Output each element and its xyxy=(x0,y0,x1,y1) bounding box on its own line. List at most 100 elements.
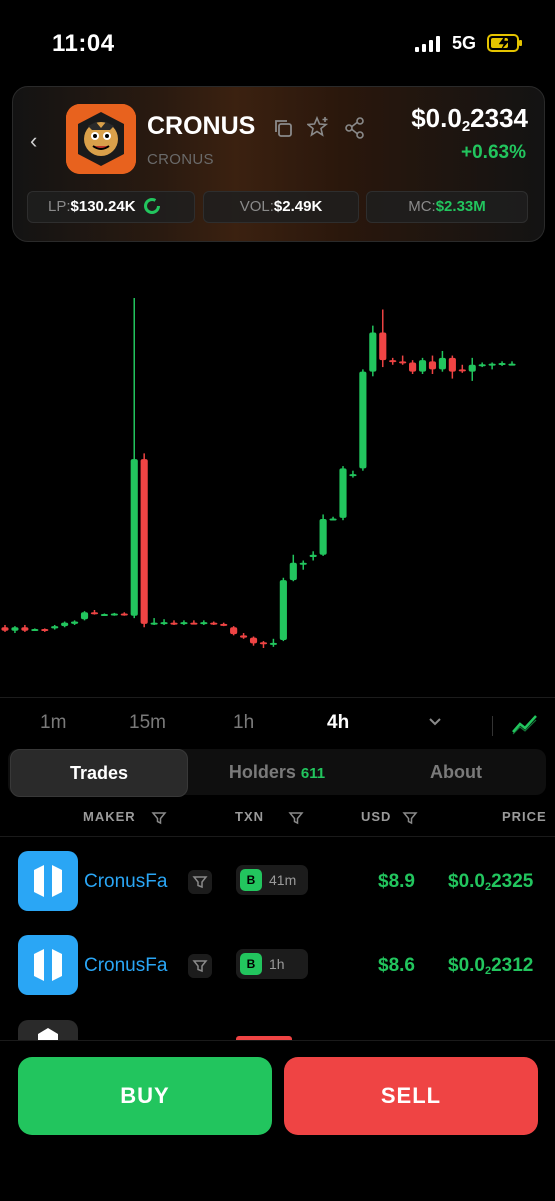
candle xyxy=(110,612,118,616)
tab-about[interactable]: About xyxy=(370,749,542,795)
candle-body xyxy=(289,562,297,581)
maker-filter-icon[interactable] xyxy=(151,810,167,826)
candle-body xyxy=(220,623,228,626)
candle xyxy=(319,514,327,556)
table-row[interactable]: CronusFa B 41m $8.9 $0.022325 xyxy=(0,846,555,918)
avatar xyxy=(18,851,78,911)
candle xyxy=(399,355,407,365)
col-maker: MAKER xyxy=(83,809,136,824)
candle-body xyxy=(259,642,268,645)
price-change: +0.63% xyxy=(461,142,526,163)
candle-body xyxy=(190,622,198,625)
candle xyxy=(438,350,446,372)
candle-body xyxy=(90,612,99,615)
candle xyxy=(11,626,19,634)
sell-button[interactable]: SELL xyxy=(284,1057,538,1135)
candle xyxy=(51,624,59,630)
candle xyxy=(289,554,297,582)
candle-body xyxy=(438,357,446,370)
candle-body xyxy=(399,361,407,364)
network-label: 5G xyxy=(452,33,477,53)
maker-filter-icon[interactable] xyxy=(188,870,212,894)
lp-stat: LP:$130.24K xyxy=(27,191,195,223)
candle-body xyxy=(249,637,258,644)
candle-body xyxy=(478,364,486,367)
candle xyxy=(160,619,168,625)
candle-body xyxy=(130,459,138,616)
candle xyxy=(150,618,158,625)
maker-name[interactable]: CronusFa xyxy=(84,955,167,977)
candle xyxy=(329,516,337,521)
timeframe-1m[interactable]: 1m xyxy=(40,712,66,734)
txn-filter-icon[interactable] xyxy=(288,810,304,826)
candle-body xyxy=(448,357,456,372)
candle-body xyxy=(319,519,327,555)
avatar xyxy=(18,1020,78,1040)
buy-button[interactable]: BUY xyxy=(18,1057,272,1135)
candle xyxy=(379,309,387,368)
battery-charging-icon xyxy=(487,34,522,52)
candle xyxy=(80,611,89,621)
candle-body xyxy=(61,622,69,627)
candle-body xyxy=(409,362,417,372)
tab-holders-label: Holders xyxy=(228,762,296,782)
star-add-icon[interactable] xyxy=(307,116,329,138)
token-name: CRONUS xyxy=(147,112,256,140)
candle-body xyxy=(21,627,29,631)
candle xyxy=(120,612,128,616)
col-txn: TXN xyxy=(235,809,264,824)
table-row[interactable]: CronusFa B 1h $8.6 $0.022312 xyxy=(0,930,555,1002)
candle xyxy=(478,362,486,368)
timeframe-1h[interactable]: 1h xyxy=(233,712,254,734)
candle xyxy=(339,466,347,521)
token-symbol: CRONUS xyxy=(147,151,214,168)
chevron-down-icon[interactable] xyxy=(428,717,442,727)
vol-stat: VOL:$2.49K xyxy=(203,191,359,223)
txn-age: 1h xyxy=(269,956,285,972)
candle xyxy=(170,620,178,625)
buy-badge: B xyxy=(240,869,262,891)
candle-body xyxy=(170,622,178,625)
mc-stat: MC:$2.33M xyxy=(366,191,528,223)
candle-body xyxy=(180,622,188,625)
candle xyxy=(448,355,456,379)
tab-holders[interactable]: Holders 611 xyxy=(192,749,362,795)
copy-icon[interactable] xyxy=(272,117,294,139)
candle xyxy=(90,610,99,615)
candle xyxy=(140,453,148,628)
timeframe-15m[interactable]: 15m xyxy=(129,712,166,734)
txn-cell: B 1h xyxy=(236,949,308,979)
candle-body xyxy=(240,635,248,638)
maker-name[interactable]: CronusFa xyxy=(84,871,167,893)
token-price: $0.022334 xyxy=(411,103,528,135)
candle xyxy=(369,325,377,377)
candle xyxy=(21,624,29,632)
avatar xyxy=(18,935,78,995)
share-icon[interactable] xyxy=(344,117,366,139)
candle-body xyxy=(369,332,377,372)
avatar-logo-icon xyxy=(34,863,62,899)
candlestick-chart[interactable] xyxy=(0,250,555,695)
tab-trades[interactable]: Trades xyxy=(10,749,188,797)
signal-icon xyxy=(415,36,440,52)
timeframe-4h[interactable]: 4h xyxy=(327,712,349,734)
maker-filter-icon[interactable] xyxy=(188,954,212,978)
candle-body xyxy=(349,474,357,477)
candle-body xyxy=(11,627,19,631)
candle xyxy=(1,624,9,632)
candle xyxy=(249,636,258,646)
trade-price: $0.022325 xyxy=(448,871,534,893)
line-chart-toggle-icon[interactable] xyxy=(511,713,539,735)
candle-body xyxy=(418,360,427,372)
col-usd: USD xyxy=(361,809,392,824)
candle-body xyxy=(160,622,168,625)
avatar-logo-icon xyxy=(38,1028,58,1040)
candle-body xyxy=(279,580,287,640)
usd-filter-icon[interactable] xyxy=(402,810,418,826)
candle-body xyxy=(488,363,496,366)
candle-body xyxy=(339,468,347,518)
candle-body xyxy=(379,332,387,361)
col-price: PRICE xyxy=(502,809,547,824)
back-icon[interactable]: ‹ xyxy=(30,128,37,154)
chart-divider xyxy=(0,697,555,698)
